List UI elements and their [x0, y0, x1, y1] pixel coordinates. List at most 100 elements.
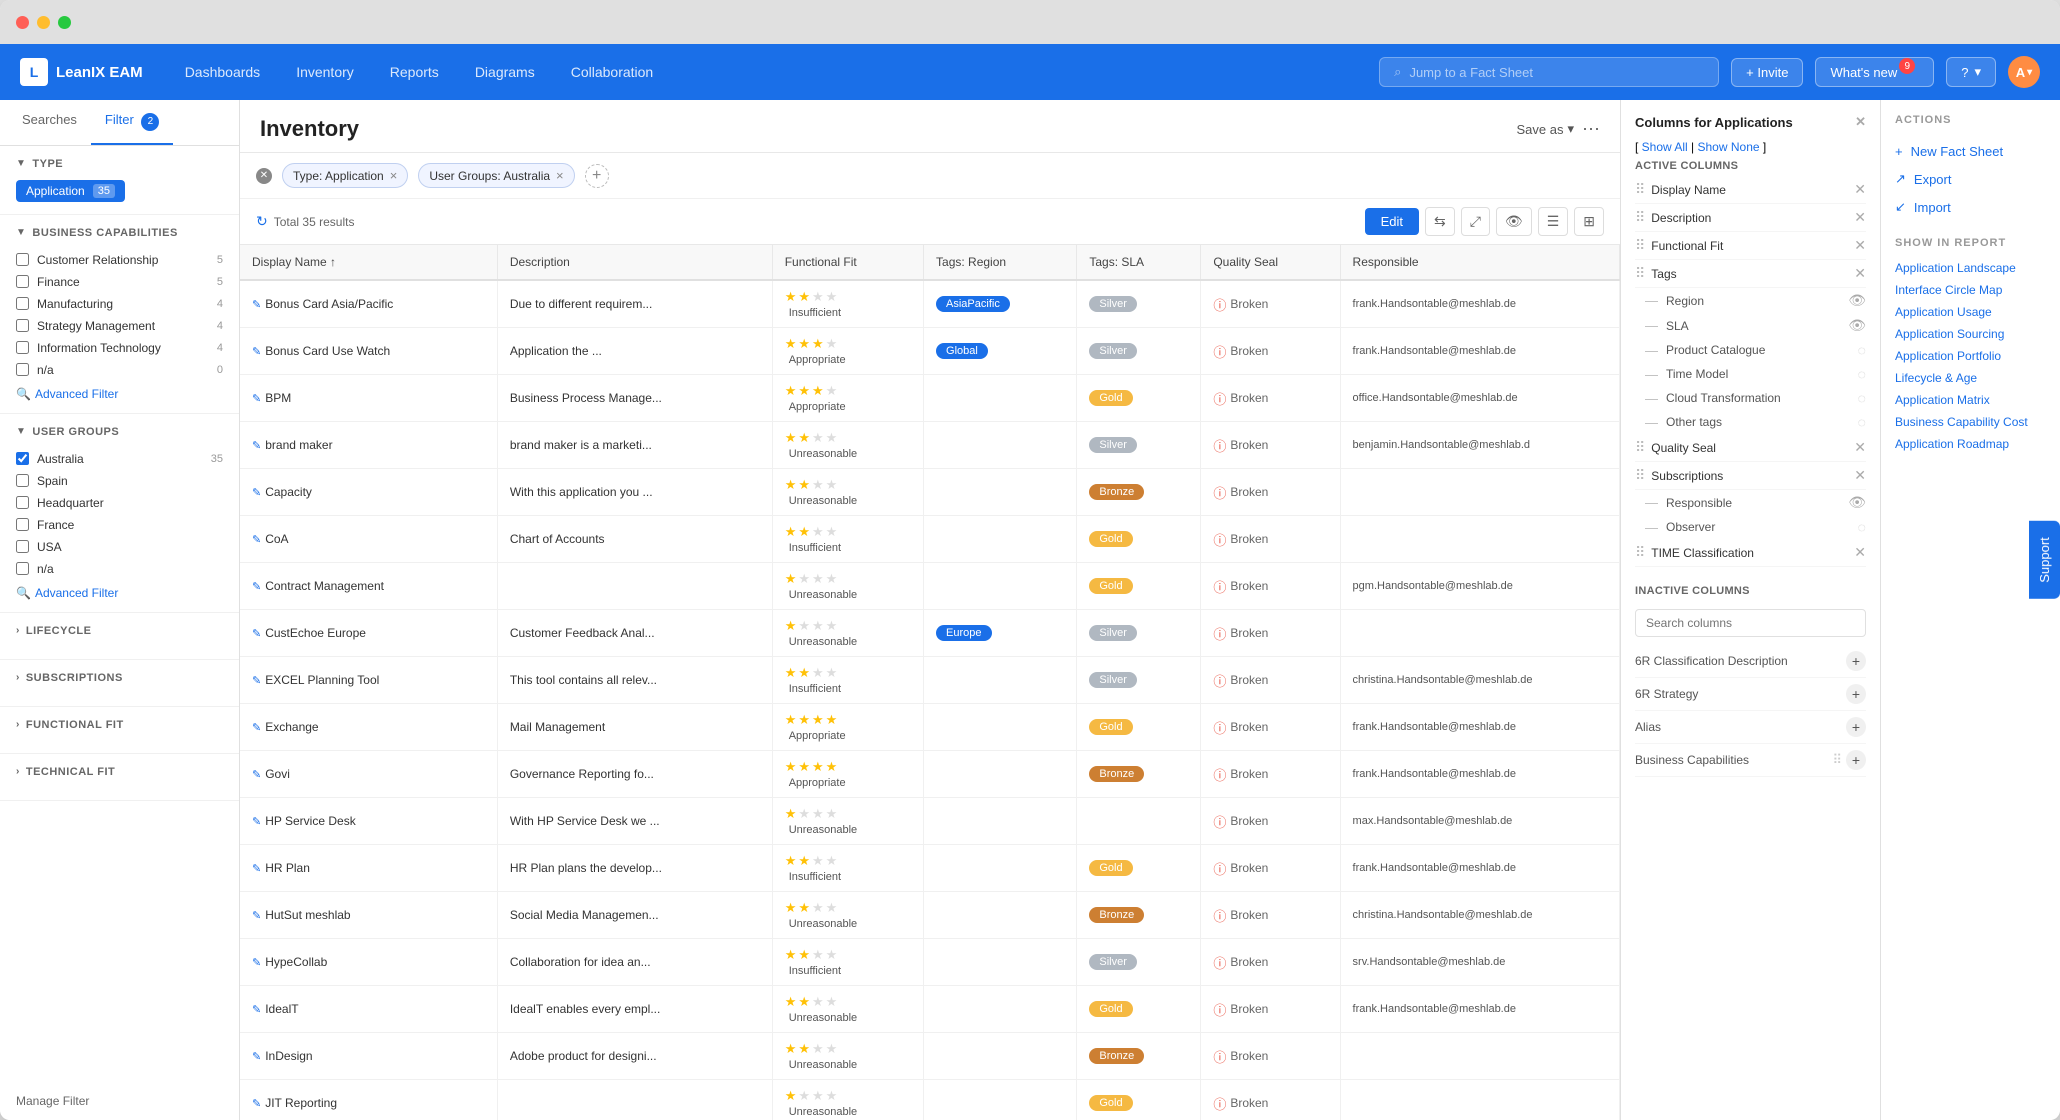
edit-button[interactable]: Edit — [1365, 208, 1419, 235]
table-row[interactable]: ✎IdealT IdealT enables every empl... ★★★… — [240, 986, 1620, 1033]
col-header-responsible[interactable]: Responsible — [1340, 245, 1619, 280]
table-row[interactable]: ✎CoA Chart of Accounts ★★★★Insufficient … — [240, 516, 1620, 563]
manage-filter-link[interactable]: Manage Filter — [0, 1082, 239, 1120]
report-link-8[interactable]: Application Roadmap — [1895, 433, 2046, 455]
tab-searches[interactable]: Searches — [8, 100, 91, 145]
capability-checkbox-5[interactable] — [16, 363, 29, 376]
tab-filter[interactable]: Filter 2 — [91, 100, 174, 145]
show-all-link[interactable]: Show All — [1642, 140, 1688, 154]
nav-collaboration[interactable]: Collaboration — [553, 44, 672, 100]
table-row[interactable]: ✎InDesign Adobe product for designi... ★… — [240, 1033, 1620, 1080]
search-columns-input[interactable] — [1635, 609, 1866, 637]
col-header-functional-fit[interactable]: Functional Fit — [772, 245, 923, 280]
report-link-6[interactable]: Application Matrix — [1895, 389, 2046, 411]
remove-col-icon[interactable]: ✕ — [1854, 544, 1866, 561]
capability-checkbox-2[interactable] — [16, 297, 29, 310]
remove-type-filter[interactable]: × — [390, 168, 398, 183]
table-row[interactable]: ✎Capacity With this application you ... … — [240, 469, 1620, 516]
type-chip[interactable]: Application 35 — [16, 180, 125, 202]
drag-handle-icon[interactable]: ⠿ — [1635, 265, 1645, 282]
nav-dashboards[interactable]: Dashboards — [167, 44, 279, 100]
hide-col-icon[interactable]: ◌ — [1858, 342, 1866, 358]
add-col-button[interactable]: + — [1846, 684, 1866, 704]
drag-handle-icon[interactable]: ⠿ — [1635, 467, 1645, 484]
remove-col-icon[interactable]: ✕ — [1854, 439, 1866, 456]
capability-checkbox-3[interactable] — [16, 319, 29, 332]
drag-handle-icon[interactable]: ⠿ — [1635, 209, 1645, 226]
whats-new-button[interactable]: What's new 9 — [1815, 57, 1934, 87]
grid-icon[interactable]: ⊞ — [1574, 207, 1604, 236]
close-btn[interactable] — [16, 16, 29, 29]
refresh-icon[interactable]: ↻ — [256, 213, 268, 230]
eye-icon[interactable]: 👁 — [1496, 207, 1532, 236]
remove-usergroup-filter[interactable]: × — [556, 168, 564, 183]
report-link-3[interactable]: Application Sourcing — [1895, 323, 2046, 345]
invite-button[interactable]: + Invite — [1731, 58, 1803, 87]
drag-handle-icon[interactable]: ⠿ — [1832, 752, 1842, 768]
nav-reports[interactable]: Reports — [372, 44, 457, 100]
report-link-1[interactable]: Interface Circle Map — [1895, 279, 2046, 301]
capability-checkbox-1[interactable] — [16, 275, 29, 288]
nav-diagrams[interactable]: Diagrams — [457, 44, 553, 100]
user-avatar[interactable]: A ▾ — [2008, 56, 2040, 88]
col-header-region[interactable]: Tags: Region — [924, 245, 1077, 280]
type-section-header[interactable]: ▼ TYPE — [16, 158, 223, 170]
maximize-btn[interactable] — [58, 16, 71, 29]
import-action[interactable]: ↙ Import — [1895, 193, 2046, 221]
support-button[interactable]: Support — [2029, 521, 2060, 599]
report-link-4[interactable]: Application Portfolio — [1895, 345, 2046, 367]
table-row[interactable]: ✎HR Plan HR Plan plans the develop... ★★… — [240, 845, 1620, 892]
table-row[interactable]: ✎Bonus Card Use Watch Application the ..… — [240, 328, 1620, 375]
add-col-button[interactable]: + — [1846, 717, 1866, 737]
business-capabilities-header[interactable]: ▼ BUSINESS CAPABILITIES — [16, 227, 223, 239]
remove-col-icon[interactable]: ✕ — [1854, 181, 1866, 198]
report-link-7[interactable]: Business Capability Cost — [1895, 411, 2046, 433]
table-row[interactable]: ✎brand maker brand maker is a marketi...… — [240, 422, 1620, 469]
table-row[interactable]: ✎Bonus Card Asia/Pacific Due to differen… — [240, 280, 1620, 328]
capability-checkbox-0[interactable] — [16, 253, 29, 266]
lifecycle-header[interactable]: › LIFECYCLE — [16, 625, 223, 637]
functional-fit-header[interactable]: › FUNCTIONAL FIT — [16, 719, 223, 731]
col-header-quality-seal[interactable]: Quality Seal — [1201, 245, 1340, 280]
save-as-button[interactable]: Save as ▾ — [1516, 121, 1574, 137]
table-row[interactable]: ✎JIT Reporting ★★★★Unreasonable Gold ⓘBr… — [240, 1080, 1620, 1120]
table-row[interactable]: ✎Govi Governance Reporting fo... ★★★★App… — [240, 751, 1620, 798]
columns-icon[interactable]: ⇆ — [1425, 207, 1455, 236]
remove-col-icon[interactable]: ✕ — [1854, 237, 1866, 254]
advanced-filter-link-ug[interactable]: 🔍 Advanced Filter — [16, 586, 223, 600]
usergroup-checkbox-france[interactable] — [16, 518, 29, 531]
show-col-icon[interactable]: 👁 — [1848, 292, 1866, 309]
remove-col-icon[interactable]: ✕ — [1854, 467, 1866, 484]
close-panel-icon[interactable]: ✕ — [1855, 114, 1866, 130]
user-groups-header[interactable]: ▼ USER GROUPS — [16, 426, 223, 438]
new-fact-sheet-action[interactable]: + New Fact Sheet — [1895, 138, 2046, 165]
drag-handle-icon[interactable]: ⠿ — [1635, 439, 1645, 456]
report-link-2[interactable]: Application Usage — [1895, 301, 2046, 323]
table-row[interactable]: ✎HypeCollab Collaboration for idea an...… — [240, 939, 1620, 986]
remove-col-icon[interactable]: ✕ — [1854, 209, 1866, 226]
col-header-display-name[interactable]: Display Name ↑ — [240, 245, 497, 280]
usergroup-checkbox-spain[interactable] — [16, 474, 29, 487]
minimize-btn[interactable] — [37, 16, 50, 29]
col-header-sla[interactable]: Tags: SLA — [1077, 245, 1201, 280]
list-icon[interactable]: ☰ — [1538, 207, 1569, 236]
hide-col-icon[interactable]: ◌ — [1858, 414, 1866, 430]
show-none-link[interactable]: Show None — [1698, 140, 1760, 154]
table-row[interactable]: ✎BPM Business Process Manage... ★★★★Appr… — [240, 375, 1620, 422]
export-action[interactable]: ↗ Export — [1895, 165, 2046, 193]
more-options-icon[interactable]: ⋯ — [1582, 119, 1600, 140]
report-link-0[interactable]: Application Landscape — [1895, 257, 2046, 279]
capability-checkbox-4[interactable] — [16, 341, 29, 354]
col-header-description[interactable]: Description — [497, 245, 772, 280]
show-col-icon[interactable]: 👁 — [1848, 317, 1866, 334]
subscriptions-header[interactable]: › SUBSCRIPTIONS — [16, 672, 223, 684]
table-row[interactable]: ✎HutSut meshlab Social Media Managemen..… — [240, 892, 1620, 939]
usergroup-checkbox-usa[interactable] — [16, 540, 29, 553]
help-button[interactable]: ? ▾ — [1946, 57, 1996, 87]
add-col-button[interactable]: + — [1846, 651, 1866, 671]
technical-fit-header[interactable]: › TECHNICAL FIT — [16, 766, 223, 778]
report-link-5[interactable]: Lifecycle & Age — [1895, 367, 2046, 389]
hide-col-icon[interactable]: ◌ — [1858, 366, 1866, 382]
fullscreen-icon[interactable]: ⤢ — [1461, 207, 1490, 236]
table-row[interactable]: ✎CustEchoe Europe Customer Feedback Anal… — [240, 610, 1620, 657]
